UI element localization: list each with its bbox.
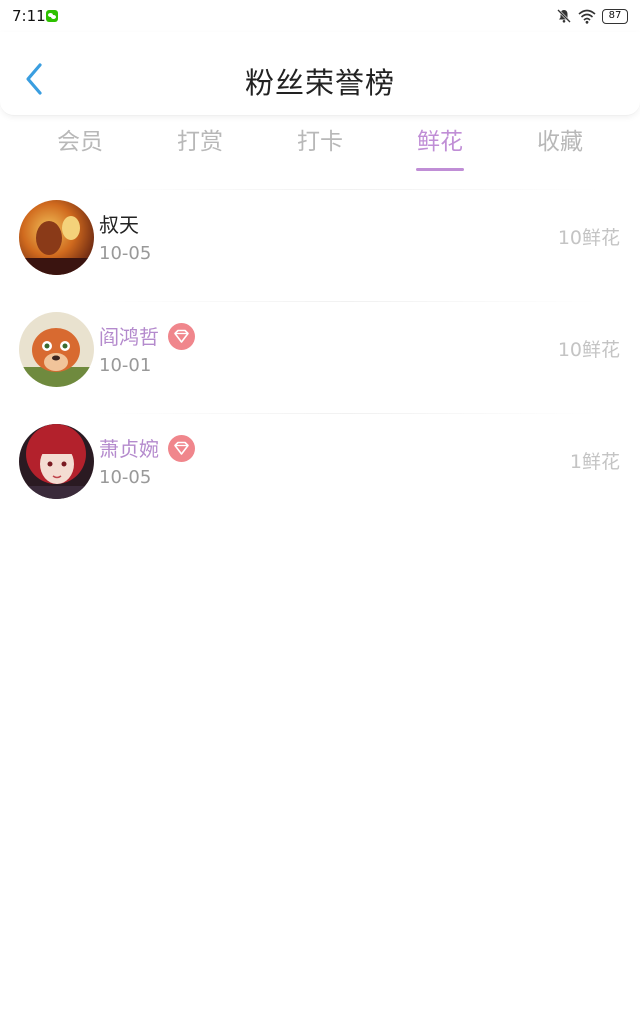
tab-tips[interactable]: 打赏 (140, 120, 260, 176)
vip-diamond-icon (168, 435, 195, 462)
date: 10-05 (99, 243, 152, 264)
avatar[interactable] (19, 424, 94, 499)
wechat-notification-icon (46, 10, 58, 22)
date: 10-05 (99, 467, 152, 488)
tab-checkin[interactable]: 打卡 (260, 120, 380, 176)
avatar[interactable] (19, 200, 94, 275)
wifi-icon (578, 9, 596, 24)
header: 粉丝荣誉榜 (0, 32, 640, 116)
username: 阎鸿哲 (99, 325, 159, 349)
flower-count: 10鲜花 (557, 339, 620, 361)
avatar[interactable] (19, 312, 94, 387)
username: 叔天 (99, 213, 139, 237)
flower-count: 1鲜花 (569, 451, 620, 473)
tab-favorites[interactable]: 收藏 (500, 120, 620, 176)
row-divider (96, 301, 600, 302)
username: 萧贞婉 (99, 437, 159, 461)
fan-row[interactable]: 叔天 10-05 10鲜花 (0, 185, 640, 297)
flower-count: 10鲜花 (557, 227, 620, 249)
active-tab-indicator (416, 168, 464, 171)
tab-members[interactable]: 会员 (20, 120, 140, 176)
date: 10-01 (99, 355, 152, 376)
vip-diamond-icon (168, 323, 195, 350)
tab-bar: 会员 打赏 打卡 鲜花 收藏 (0, 120, 640, 176)
page-title: 粉丝荣誉榜 (244, 66, 395, 100)
status-time: 7:11 (12, 7, 46, 25)
status-icons: 87 (556, 7, 628, 25)
row-divider (96, 189, 600, 190)
mute-bell-icon (557, 9, 571, 23)
fan-row[interactable]: 阎鸿哲 10-01 10鲜花 (0, 297, 640, 409)
fan-list: 叔天 10-05 10鲜花 阎鸿哲 10-01 10鲜花 萧贞婉 10-05 1… (0, 185, 640, 521)
row-divider (96, 413, 600, 414)
fan-row[interactable]: 萧贞婉 10-05 1鲜花 (0, 409, 640, 521)
battery-indicator: 87 (602, 8, 628, 24)
status-bar: 7:11 87 (0, 0, 640, 32)
